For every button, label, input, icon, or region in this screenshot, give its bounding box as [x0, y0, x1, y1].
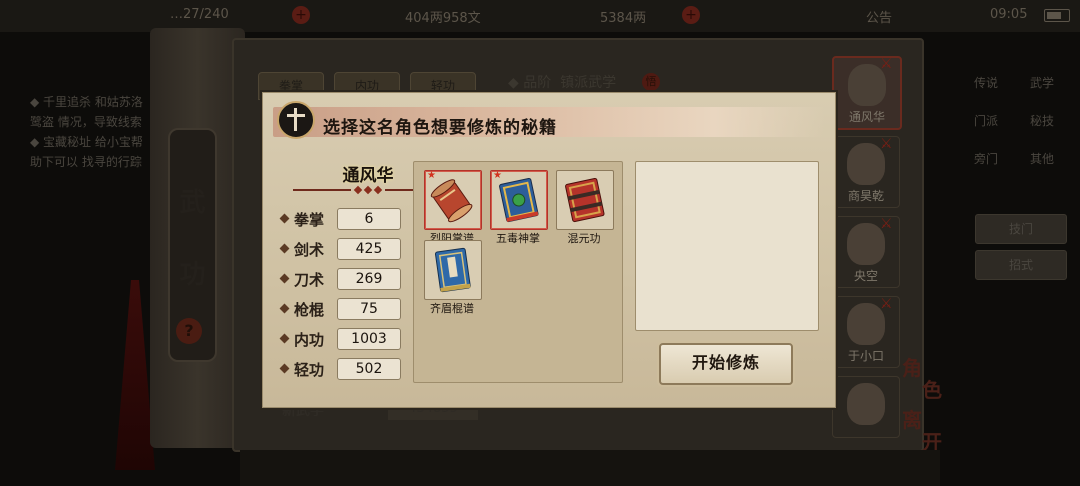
scroll-char-1: 武 [179, 188, 206, 218]
manual-name: 混元功 [567, 232, 601, 245]
roster-card[interactable] [832, 376, 900, 438]
filter-button[interactable]: 技门 [975, 214, 1067, 244]
scroll-char-2: 功 [179, 260, 206, 290]
stat-row-staff: 枪棍 75 [279, 297, 421, 321]
avatar [847, 383, 885, 425]
modal-title: 选择这名角色想要修炼的秘籍 [323, 118, 557, 138]
manual-detail-panel [635, 161, 819, 331]
stat-value: 75 [337, 298, 401, 320]
filter-row[interactable]: 门派 秘技 [960, 108, 1080, 134]
manual-slot[interactable] [424, 240, 482, 300]
stat-value: 269 [337, 268, 401, 290]
add-plus-icon[interactable]: + [292, 6, 310, 24]
battle-flag-icon: ⚔ [880, 136, 893, 152]
star-icon: ★ [493, 170, 502, 181]
bottom-toolbar [240, 450, 940, 486]
scroll-tassel [115, 280, 155, 470]
team-counter: …27/240 [170, 7, 229, 22]
grade-badge: 悟 [642, 73, 660, 91]
filter-row[interactable]: 旁门 其他 [960, 146, 1080, 172]
gold-value: 5384两 [600, 11, 647, 26]
manual-name: 五毒神掌 [496, 232, 540, 245]
add-gold-plus-icon[interactable]: + [682, 6, 700, 24]
start-training-button[interactable]: 开始修炼 [659, 343, 793, 385]
quest-hint-text: ◆ 千里追杀 和姑苏洛鹭盗 情况，导致线索 ◆ 宝藏秘址 给小宝帮助下可以 找寻… [30, 95, 143, 169]
stat-value: 425 [337, 238, 401, 260]
right-filter-panel: 传说 武学 门派 秘技 旁门 其他 [960, 48, 1080, 348]
leave-label[interactable]: 色 [922, 374, 942, 403]
stat-value: 1003 [337, 328, 401, 350]
manual-name: 齐眉棍谱 [430, 302, 474, 315]
notice-link[interactable]: 公告 [866, 7, 892, 26]
battery-icon [1044, 9, 1070, 22]
manual-slot[interactable] [556, 170, 614, 230]
stat-row-fist: 拳掌 6 [279, 207, 421, 231]
red-book-icon [565, 177, 605, 223]
filter-button[interactable]: 招式 [975, 250, 1067, 280]
clock: 09:05 [990, 7, 1028, 22]
manual-select-modal: 选择这名角色想要修炼的秘籍 通风华 拳掌 6 剑术 425 刀术 269 枪棍 … [262, 92, 836, 408]
leave-label[interactable]: 角 [902, 352, 922, 381]
help-question-icon[interactable]: ? [176, 318, 202, 344]
stat-value: 502 [337, 358, 401, 380]
leave-label[interactable]: 离 [902, 404, 922, 433]
stat-row-sword: 剑术 425 [279, 237, 421, 261]
sword-emblem-icon [277, 101, 315, 139]
manual-slot[interactable]: ★ [490, 170, 548, 230]
star-icon: ★ [427, 170, 436, 181]
stat-row-blade: 刀术 269 [279, 267, 421, 291]
grade-label: ◆ 品阶 镇派武学 [508, 75, 617, 91]
battle-flag-icon: ⚔ [880, 56, 893, 72]
battle-flag-icon: ⚔ [880, 296, 893, 312]
manual-slot[interactable]: ★ [424, 170, 482, 230]
filter-row[interactable]: 传说 武学 [960, 70, 1080, 96]
stat-value: 6 [337, 208, 401, 230]
character-name: 通风华 [342, 166, 394, 186]
stat-row-inner: 内功 1003 [279, 327, 421, 351]
battle-flag-icon: ⚔ [880, 216, 893, 232]
coins-value: 404两958文 [405, 11, 481, 26]
manual-grid: ★ 烈阳掌谱 ★ 五毒神掌 混元功 齐眉棍谱 [413, 161, 623, 383]
blue-book-icon [434, 247, 471, 293]
stat-row-light: 轻功 502 [279, 357, 421, 381]
